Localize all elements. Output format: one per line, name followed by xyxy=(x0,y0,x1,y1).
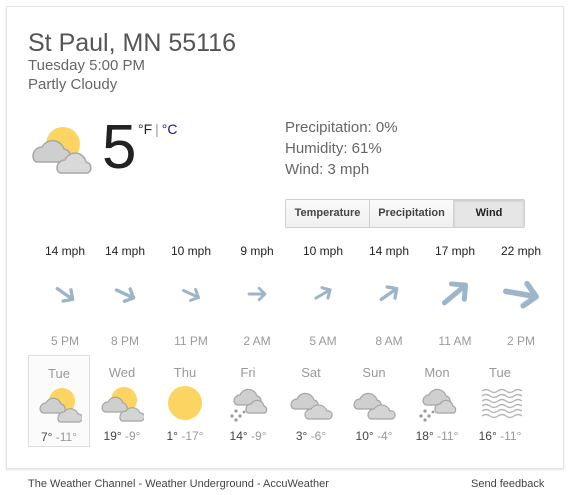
precipitation-text: Precipitation: 0% xyxy=(285,119,398,136)
tab-wind[interactable]: Wind xyxy=(454,200,524,227)
wind-text: Wind: 3 mph xyxy=(285,161,370,178)
day-name-label: Fri xyxy=(240,365,256,380)
current-condition: Partly Cloudy xyxy=(28,76,118,93)
wind-direction-arrow-icon xyxy=(422,269,488,319)
wind-speed-label: 22 mph xyxy=(500,244,542,258)
partly-cloudy-icon xyxy=(38,384,84,424)
high-temperature: 19° xyxy=(103,429,122,443)
wind-time-label: 8 PM xyxy=(110,334,139,348)
wind-speed-label: 17 mph xyxy=(434,244,476,258)
celsius-unit-link[interactable]: °C xyxy=(162,121,178,137)
day-name-label: Wed xyxy=(108,365,136,380)
day-name-label: Tue xyxy=(489,365,511,380)
low-temperature: -4° xyxy=(377,429,393,443)
high-temperature: 7° xyxy=(40,430,53,444)
day-temperatures: 7° -11° xyxy=(29,430,89,444)
tab-precipitation[interactable]: Precipitation xyxy=(370,200,454,227)
day-name-label: Thu xyxy=(173,365,197,380)
low-temperature: -9° xyxy=(125,429,141,443)
wind-speed-label: 10 mph xyxy=(170,244,212,258)
send-feedback-link[interactable]: Send feedback xyxy=(471,478,544,490)
day-time: Tuesday 5:00 PM xyxy=(28,57,146,74)
unit-toggle: °F | °C xyxy=(138,121,178,137)
wind-time-label: 11 PM xyxy=(174,334,208,348)
forecast-day-7[interactable]: Mon 18° -11° xyxy=(406,355,468,447)
location-title: St Paul, MN 55116 xyxy=(28,29,236,57)
day-temperatures: 3° -6° xyxy=(280,429,342,443)
partly-cloudy-icon xyxy=(100,383,146,423)
humidity-text: Humidity: 61% xyxy=(285,140,382,157)
wind-speed-label: 10 mph xyxy=(302,244,344,258)
wind-speed-label: 14 mph xyxy=(104,244,146,258)
forecast-day-1[interactable]: Tue 7° -11° xyxy=(28,355,90,447)
footer-separator: - xyxy=(135,478,146,490)
low-temperature: -11° xyxy=(55,430,78,444)
wind-speed-label: 14 mph xyxy=(44,244,86,258)
wind-direction-arrow-icon xyxy=(224,269,290,319)
day-temperatures: 18° -11° xyxy=(406,429,468,443)
low-temperature: -6° xyxy=(310,429,327,443)
day-temperatures: 16° -11° xyxy=(469,429,531,443)
day-temperatures: 10° -4° xyxy=(343,429,405,443)
forecast-day-6[interactable]: Sun 10° -4° xyxy=(343,355,405,447)
wind-time-label: 2 AM xyxy=(243,334,271,348)
fahrenheit-unit[interactable]: °F xyxy=(138,121,152,137)
current-temperature: 5 xyxy=(102,113,137,182)
wind-direction-arrow-icon xyxy=(290,269,356,319)
wind-time-label: 8 AM xyxy=(375,334,403,348)
wind-direction-arrow-icon xyxy=(356,269,422,319)
wind-time-label: 5 AM xyxy=(309,334,337,348)
wind-direction-arrow-icon xyxy=(488,269,554,319)
footer-separator: - xyxy=(253,478,264,490)
unit-separator: | xyxy=(155,121,159,137)
wind-direction-arrow-icon xyxy=(158,269,224,319)
low-temperature: -17° xyxy=(181,429,204,443)
high-temperature: 16° xyxy=(478,429,497,443)
daily-forecast: Tue 7° -11° Wed 19° -9° Thu 1° -17° Fri 14° -9°… xyxy=(27,355,547,451)
source-accuweather-link[interactable]: AccuWeather xyxy=(263,478,329,490)
wind-time-label: 2 PM xyxy=(506,334,535,348)
forecast-day-4[interactable]: Fri 14° -9° xyxy=(217,355,279,447)
snow-showers-icon xyxy=(415,383,459,423)
day-temperatures: 1° -17° xyxy=(154,429,216,443)
footer-sources: The Weather Channel - Weather Undergroun… xyxy=(28,478,329,490)
wind-direction-arrow-icon xyxy=(32,269,98,319)
snow-showers-icon xyxy=(226,383,270,423)
wind-forecast-row: 14 mph 5 PM 14 mph 8 PM 10 mph 11 PM 9 mph 2 AM… xyxy=(7,239,563,359)
low-temperature: -11° xyxy=(437,429,459,443)
day-name-label: Tue xyxy=(48,366,70,381)
high-temperature: 18° xyxy=(415,429,434,443)
source-weather-underground-link[interactable]: Weather Underground xyxy=(145,478,254,490)
day-name-label: Sat xyxy=(301,365,321,380)
day-temperatures: 14° -9° xyxy=(217,429,279,443)
forecast-day-5[interactable]: Sat 3° -6° xyxy=(280,355,342,447)
wind-time-label: 5 PM xyxy=(50,334,79,348)
sunny-icon xyxy=(163,383,207,423)
fog-icon xyxy=(478,383,523,423)
forecast-day-3[interactable]: Thu 1° -17° xyxy=(154,355,216,447)
source-weather-channel-link[interactable]: The Weather Channel xyxy=(28,478,135,490)
wind-direction-arrow-icon xyxy=(92,269,158,319)
high-temperature: 1° xyxy=(166,429,178,443)
day-name-label: Mon xyxy=(424,365,450,380)
low-temperature: -9° xyxy=(251,429,267,443)
tab-temperature[interactable]: Temperature xyxy=(286,200,370,227)
wind-time-label: 11 AM xyxy=(438,334,472,348)
wind-speed-label: 14 mph xyxy=(368,244,410,258)
partly-cloudy-icon xyxy=(27,122,95,174)
high-temperature: 14° xyxy=(229,429,248,443)
cloudy-icon xyxy=(289,383,333,423)
high-temperature: 3° xyxy=(295,429,308,443)
day-name-label: Sun xyxy=(362,365,386,380)
high-temperature: 10° xyxy=(355,429,374,443)
wind-speed-label: 9 mph xyxy=(240,244,274,258)
forecast-day-2[interactable]: Wed 19° -9° xyxy=(91,355,153,447)
low-temperature: -11° xyxy=(500,429,522,443)
weather-card: St Paul, MN 55116 Tuesday 5:00 PM Partly… xyxy=(6,6,564,469)
day-temperatures: 19° -9° xyxy=(91,429,153,443)
forecast-day-8[interactable]: Tue 16° -11° xyxy=(469,355,531,447)
graph-tabs: Temperature Precipitation Wind xyxy=(285,199,525,228)
cloudy-icon xyxy=(352,383,396,423)
current-details: Precipitation: 0% Humidity: 61% Wind: 3 … xyxy=(285,117,398,180)
